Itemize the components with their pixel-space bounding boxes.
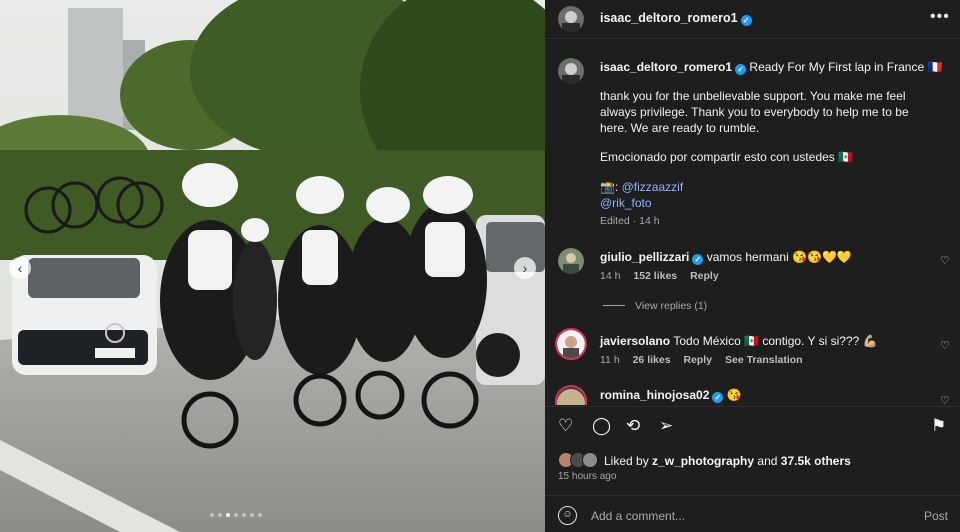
team-time-trial-photo — [0, 0, 545, 532]
comment-meta: 11 h 26 likes Reply See Translation — [600, 354, 813, 366]
comment-like-heart-icon[interactable]: ♡ — [940, 339, 950, 352]
caption-spanish: Emocionado por compartir esto con ustede… — [600, 150, 854, 164]
caption-author-username[interactable]: isaac_deltoro_romero1 — [600, 60, 732, 74]
comment-meta: 14 h 152 likes Reply — [600, 270, 729, 282]
view-replies-label: View replies (1) — [635, 300, 708, 312]
verified-badge-icon: ✓ — [692, 254, 704, 265]
caption-body: thank you for the unbelievable support. … — [600, 89, 909, 135]
carousel-dot — [250, 513, 254, 517]
author-username-header[interactable]: isaac_deltoro_romero1 ✓ — [600, 11, 752, 26]
liker-avatar — [582, 452, 598, 468]
mention-link[interactable]: @rik_foto — [600, 195, 652, 211]
comment-like-heart-icon[interactable]: ♡ — [940, 254, 950, 267]
chevron-right-icon: › — [522, 260, 528, 276]
like-heart-icon[interactable]: ♡ — [558, 416, 573, 436]
comment-line: giulio_pellizzari ✓ vamos hermani 😘😘💛💛 — [600, 250, 852, 265]
commenter-avatar[interactable] — [555, 385, 587, 405]
carousel-prev-button[interactable]: ‹ — [9, 257, 31, 279]
reply-button[interactable]: Reply — [683, 354, 712, 366]
caption-text: Ready For My First lap in France 🇫🇷 — [749, 60, 943, 74]
comment-bubble-icon[interactable]: ◯ — [592, 416, 611, 436]
carousel-dot — [242, 513, 246, 517]
caption-mention-line: 📸: @fizzaazzif — [600, 179, 683, 195]
save-bookmark-icon[interactable]: ⚑ — [931, 416, 946, 436]
commenter-username[interactable]: javiersolano — [600, 334, 670, 348]
more-options-button[interactable]: ••• — [930, 8, 950, 26]
emoji-picker-icon[interactable]: ☺ — [558, 506, 577, 525]
commenter-username[interactable]: giulio_pellizzari — [600, 250, 689, 264]
comment-line: javiersolano Todo México 🇲🇽 contigo. Y s… — [600, 334, 878, 348]
liked-by-label: Liked by — [604, 454, 649, 468]
likes-summary: Liked by z_w_photography and 37.5k other… — [604, 454, 851, 468]
divider — [545, 406, 960, 407]
carousel-dot-active — [226, 513, 230, 517]
comment-text: vamos hermani 😘😘💛💛 — [706, 250, 852, 264]
carousel-dot — [210, 513, 214, 517]
commenter-username[interactable]: romina_hinojosa02 — [600, 388, 709, 402]
comment-line: romina_hinojosa02 ✓ 😘 — [600, 388, 742, 403]
repost-icon[interactable]: ⟲ — [626, 416, 640, 436]
divider — [545, 495, 960, 496]
mention-link[interactable]: @fizzaazzif — [622, 180, 684, 194]
carousel-dot — [218, 513, 222, 517]
carousel-next-button[interactable]: › — [514, 257, 536, 279]
add-comment-input[interactable] — [591, 507, 911, 525]
camera-emoji: 📸: — [600, 180, 619, 194]
post-details-panel: isaac_deltoro_romero1 ✓ ••• isaac_deltoro… — [545, 0, 960, 532]
see-translation-button[interactable]: See Translation — [725, 354, 803, 366]
post-comment-button[interactable]: Post — [924, 509, 948, 523]
share-send-icon[interactable]: ➢ — [659, 416, 673, 436]
carousel-dot — [258, 513, 262, 517]
comment-text: 😘 — [726, 388, 742, 402]
liker-avatars[interactable] — [558, 452, 602, 468]
view-replies-button[interactable]: View replies (1) — [603, 300, 707, 312]
divider — [545, 38, 960, 39]
commenter-avatar[interactable] — [555, 328, 587, 360]
reply-button[interactable]: Reply — [690, 270, 719, 282]
carousel-dots — [210, 513, 262, 517]
comment-likes[interactable]: 152 likes — [633, 270, 677, 282]
comment-text: Todo México 🇲🇽 contigo. Y si si??? 💪🏼 — [673, 334, 878, 348]
others-likes-link[interactable]: 37.5k others — [781, 454, 851, 468]
caption-first-line: isaac_deltoro_romero1 ✓ Ready For My Firs… — [600, 60, 942, 75]
comment-time: 14 h — [600, 270, 621, 282]
divider — [603, 305, 625, 306]
comment-likes[interactable]: 26 likes — [633, 354, 671, 366]
chevron-left-icon: ‹ — [17, 260, 23, 276]
edited-timestamp: Edited · 14 h — [600, 215, 660, 227]
post-timestamp: 15 hours ago — [558, 471, 617, 482]
and-label: and — [757, 454, 778, 468]
carousel-dot — [234, 513, 238, 517]
commenter-avatar[interactable] — [558, 248, 584, 274]
author-avatar[interactable] — [558, 6, 584, 32]
caption-author-avatar[interactable] — [558, 58, 584, 84]
liked-by-username[interactable]: z_w_photography — [652, 454, 754, 468]
comment-time: 11 h — [600, 354, 620, 366]
verified-badge-icon: ✓ — [740, 15, 752, 26]
verified-badge-icon: ✓ — [712, 392, 724, 403]
verified-badge-icon: ✓ — [735, 64, 747, 75]
post-photo[interactable]: ‹ › — [0, 0, 545, 532]
